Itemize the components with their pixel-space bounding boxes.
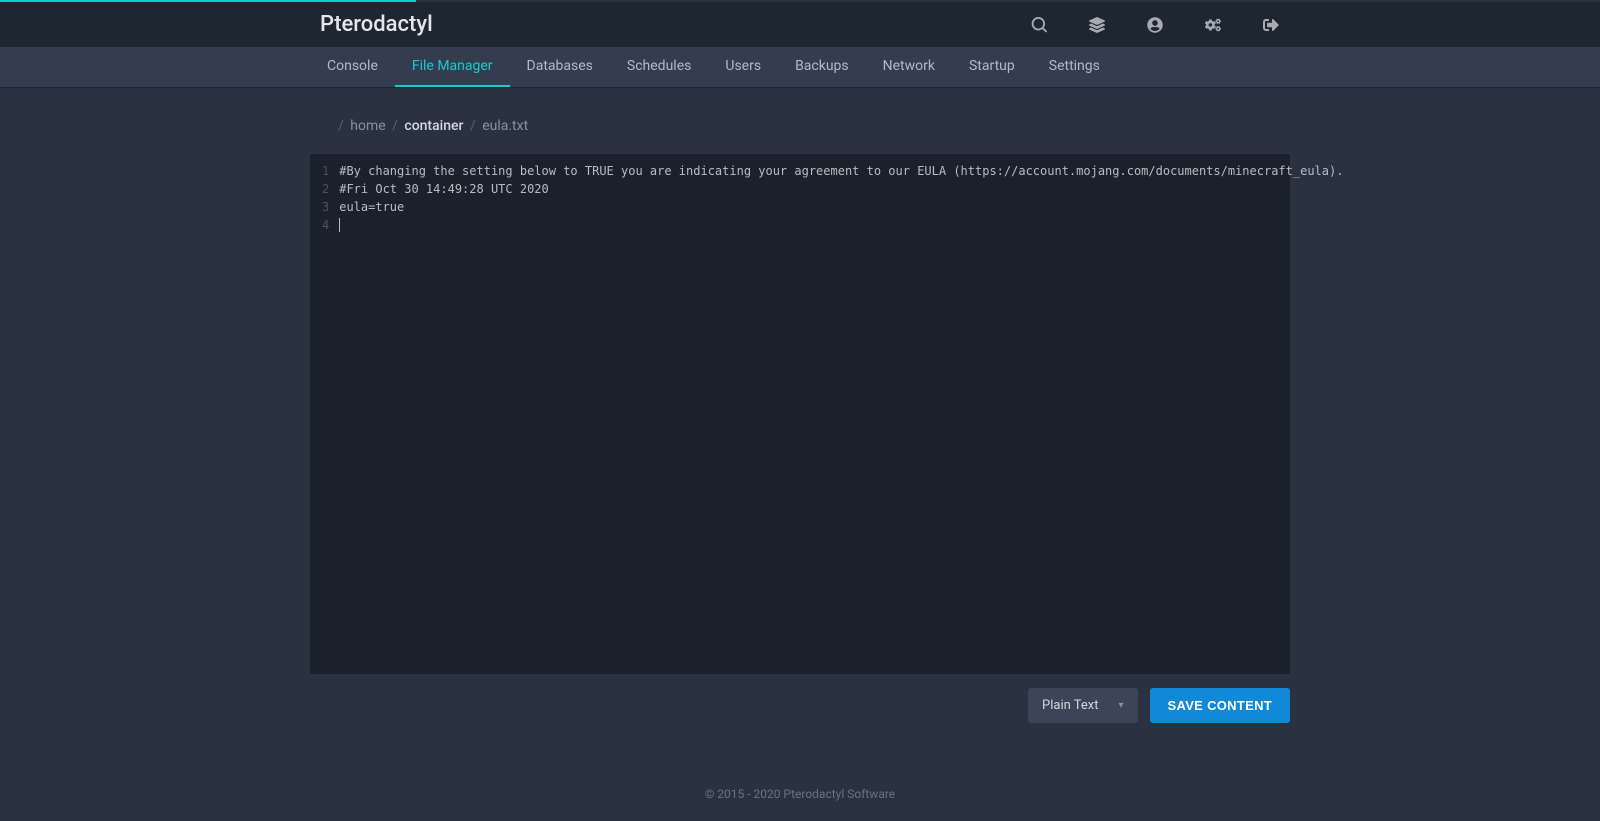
subnav: ConsoleFile ManagerDatabasesSchedulesUse… — [0, 47, 1600, 88]
content-area: / home / container / eula.txt 1234 #By c… — [300, 88, 1300, 757]
line-gutter: 1234 — [310, 162, 339, 674]
tab-databases[interactable]: Databases — [510, 47, 610, 87]
tab-settings[interactable]: Settings — [1032, 47, 1117, 87]
breadcrumb-separator: / — [392, 118, 398, 134]
line-number: 4 — [322, 216, 329, 234]
layers-icon[interactable] — [1088, 16, 1106, 34]
line-number: 2 — [322, 180, 329, 198]
code-line[interactable]: eula=true — [339, 198, 1343, 216]
breadcrumb-segment[interactable]: home — [347, 118, 389, 134]
line-number: 3 — [322, 198, 329, 216]
brand-title[interactable]: Pterodactyl — [320, 12, 433, 37]
breadcrumb-segment: eula.txt — [479, 118, 528, 134]
tab-backups[interactable]: Backups — [778, 47, 866, 87]
tab-file-manager[interactable]: File Manager — [395, 47, 510, 87]
user-icon[interactable] — [1146, 16, 1164, 34]
tab-network[interactable]: Network — [866, 47, 952, 87]
file-editor[interactable]: 1234 #By changing the setting below to T… — [310, 154, 1290, 674]
code-line[interactable] — [339, 216, 1343, 234]
code-line[interactable]: #By changing the setting below to TRUE y… — [339, 162, 1343, 180]
tab-console[interactable]: Console — [310, 47, 395, 87]
syntax-mode-value: Plain Text — [1042, 698, 1098, 713]
code-line[interactable]: #Fri Oct 30 14:49:28 UTC 2020 — [339, 180, 1343, 198]
syntax-mode-select[interactable]: Plain Text ▾ — [1028, 688, 1138, 723]
text-cursor — [339, 218, 340, 232]
code-content[interactable]: #By changing the setting below to TRUE y… — [339, 162, 1343, 674]
breadcrumb-separator: / — [470, 118, 476, 134]
admin-cogs-icon[interactable] — [1204, 16, 1222, 34]
chevron-down-icon: ▾ — [1118, 700, 1123, 711]
logout-icon[interactable] — [1262, 16, 1280, 34]
save-content-button[interactable]: SAVE CONTENT — [1150, 688, 1290, 723]
footer-copyright: © 2015 - 2020 Pterodactyl Software — [0, 757, 1600, 821]
tab-schedules[interactable]: Schedules — [610, 47, 708, 87]
breadcrumb-segment[interactable]: container — [401, 118, 467, 134]
line-number: 1 — [322, 162, 329, 180]
tab-startup[interactable]: Startup — [952, 47, 1032, 87]
breadcrumb-separator: / — [338, 118, 344, 134]
breadcrumb: / home / container / eula.txt — [310, 118, 1290, 134]
search-icon[interactable] — [1030, 16, 1048, 34]
tab-users[interactable]: Users — [708, 47, 778, 87]
top-header: Pterodactyl — [0, 2, 1600, 47]
